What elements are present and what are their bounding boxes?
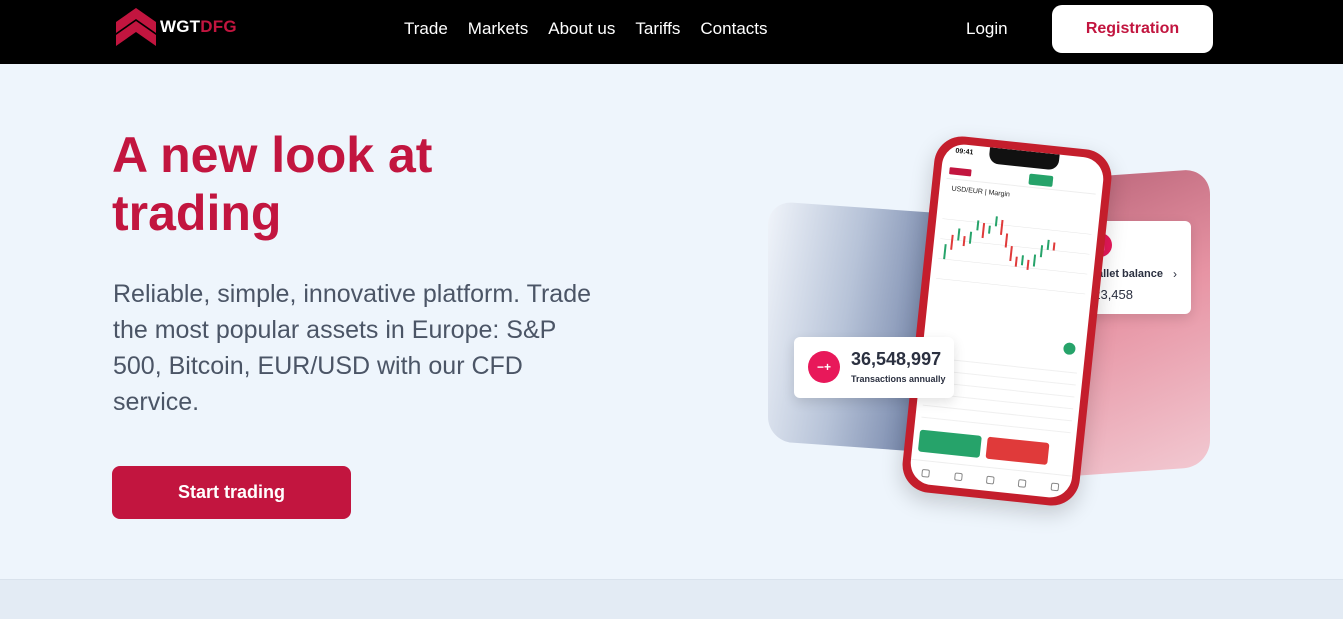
hero-title: A new look at trading [112,127,433,241]
nav-markets[interactable]: Markets [468,19,528,39]
transactions-icon: −+ [808,351,840,383]
top-header: WGTDFG Trade Markets About us Tariffs Co… [0,0,1343,64]
transactions-value: 36,548,997 [851,349,942,369]
main-nav: Trade Markets About us Tariffs Contacts [404,19,768,39]
start-trading-button[interactable]: Start trading [112,466,351,519]
phone-tab-bar [908,458,1073,500]
transactions-label: Transactions annually [851,374,946,384]
brand-name: WGTDFG [160,17,237,37]
phone-pair-label: USD/EUR | Margin [951,185,1011,199]
phone-deposit-button [1028,173,1054,187]
nav-trade[interactable]: Trade [404,19,448,39]
brand-name-part2: DFG [200,17,237,36]
hero-description: Reliable, simple, innovative platform. T… [113,280,592,416]
phone-sell-button [985,436,1050,465]
nav-tariffs[interactable]: Tariffs [635,19,680,39]
transactions-card: −+ 36,548,997 Transactions annually [794,337,954,398]
phone-candle-chart [936,216,1092,295]
phone-screen: 09:41 USD/EUR | Margin [908,142,1106,500]
next-section-band [0,579,1343,619]
phone-buy-button [917,429,982,458]
registration-button[interactable]: Registration [1052,5,1213,53]
phone-mockup: 09:41 USD/EUR | Margin [899,133,1115,509]
brand-logo[interactable]: WGTDFG [116,6,237,48]
nav-about-us[interactable]: About us [548,19,615,39]
chevron-right-icon: › [1173,267,1177,281]
logo-chevrons-icon [116,8,156,46]
brand-name-part1: WGT [160,17,201,36]
phone-time: 09:41 [955,147,974,157]
phone-app-logo [949,167,972,177]
nav-contacts[interactable]: Contacts [700,19,767,39]
login-link[interactable]: Login [966,19,1008,39]
phone-notch [988,147,1060,171]
